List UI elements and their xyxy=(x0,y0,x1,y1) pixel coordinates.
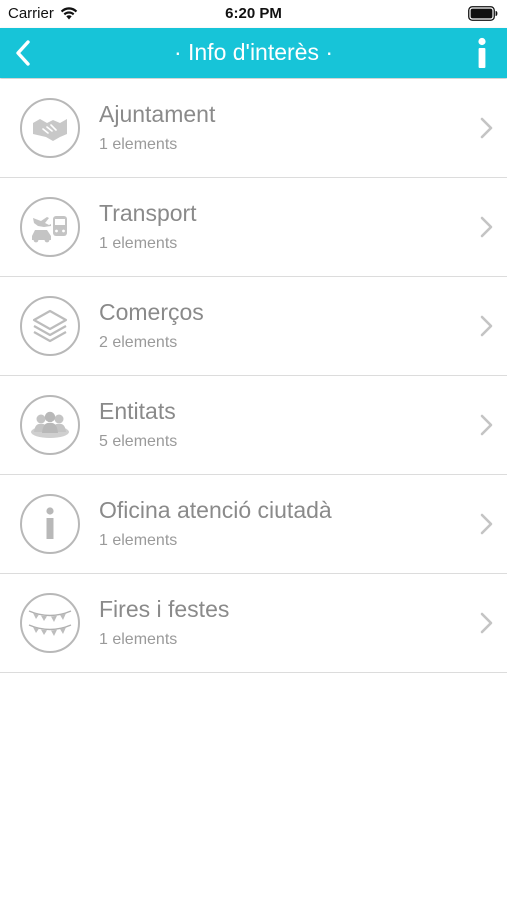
chevron-right-icon xyxy=(480,117,493,139)
item-count: 1 elements xyxy=(99,136,178,153)
item-title: Fires i festes xyxy=(99,596,230,622)
layers-icon xyxy=(20,296,80,356)
item-count: 1 elements xyxy=(99,235,178,252)
chevron-right-icon xyxy=(480,315,493,337)
chevron-left-icon xyxy=(16,40,30,66)
chevron-right-icon xyxy=(480,513,493,535)
item-count: 2 elements xyxy=(99,334,178,351)
list-item-fires-festes[interactable]: Fires i festes 1 elements xyxy=(0,574,507,673)
battery-icon xyxy=(468,6,498,25)
chevron-right-icon xyxy=(480,216,493,238)
item-count: 1 elements xyxy=(99,631,178,648)
item-title: Comerços xyxy=(99,299,204,325)
info-icon xyxy=(478,37,486,68)
item-title: Entitats xyxy=(99,398,176,424)
chevron-right-icon xyxy=(480,612,493,634)
list-item-comercos[interactable]: Comerços 2 elements xyxy=(0,277,507,376)
info-circle-icon xyxy=(20,494,80,554)
item-title: Ajuntament xyxy=(99,101,216,127)
item-title: Transport xyxy=(99,200,197,226)
transport-icon xyxy=(20,197,80,257)
list-item-entitats[interactable]: Entitats 5 elements xyxy=(0,376,507,475)
group-icon xyxy=(20,395,80,455)
item-title: Oficina atenció ciutadà xyxy=(99,497,332,523)
item-count: 5 elements xyxy=(99,433,178,450)
category-list: Ajuntament 1 elements Transport 1 elemen… xyxy=(0,79,507,673)
status-time: 6:20 PM xyxy=(225,5,282,22)
list-item-oficina[interactable]: Oficina atenció ciutadà 1 elements xyxy=(0,475,507,574)
list-item-ajuntament[interactable]: Ajuntament 1 elements xyxy=(0,79,507,178)
status-bar: Carrier 6:20 PM xyxy=(0,0,507,28)
info-button[interactable] xyxy=(467,35,497,71)
list-item-transport[interactable]: Transport 1 elements xyxy=(0,178,507,277)
nav-bar: · Info d'interès · xyxy=(0,28,507,78)
handshake-icon xyxy=(20,98,80,158)
chevron-right-icon xyxy=(480,414,493,436)
item-count: 1 elements xyxy=(99,532,178,549)
screen: Carrier 6:20 PM · Info d'interès · Ajunt… xyxy=(0,0,507,900)
back-button[interactable] xyxy=(6,36,40,70)
page-title: · Info d'interès · xyxy=(173,39,334,65)
bunting-icon xyxy=(20,593,80,653)
